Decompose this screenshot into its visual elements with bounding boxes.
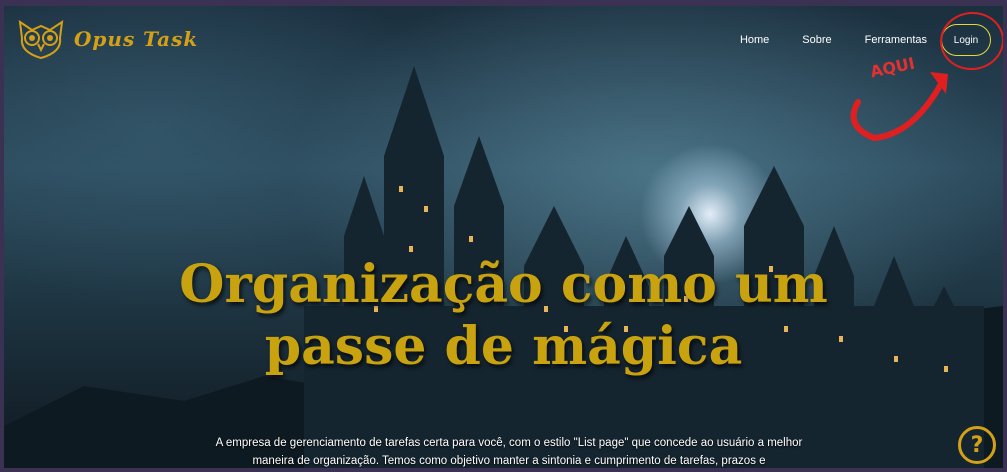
help-icon[interactable]: ?	[958, 426, 996, 464]
nav-sobre-link[interactable]: Sobre	[802, 34, 831, 46]
nav-home-link[interactable]: Home	[740, 34, 769, 46]
logo-text: Opus Task	[74, 27, 199, 51]
nav-ferramentas-link[interactable]: Ferramentas	[865, 34, 927, 46]
hero-section: Opus Task Home Sobre Ferramentas Login A…	[4, 6, 1003, 468]
hero-title-line2: passe de mágica	[264, 316, 743, 377]
hero-title-line1: Organização como um	[179, 254, 828, 315]
arrow-icon	[850, 72, 948, 142]
hero-title: Organização como um passe de mágica	[4, 254, 1003, 378]
owl-logo-icon	[18, 19, 64, 60]
hero-description: A empresa de gerenciamento de tarefas ce…	[215, 437, 803, 467]
logo[interactable]: Opus Task	[14, 16, 198, 62]
